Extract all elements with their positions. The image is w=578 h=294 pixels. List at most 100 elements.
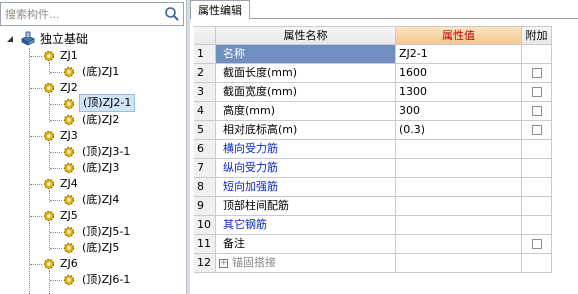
- collapse-triangle-icon[interactable]: [6, 35, 15, 44]
- gear-icon: [63, 66, 75, 78]
- property-row-length[interactable]: 2 截面长度(mm) 1600: [194, 64, 578, 83]
- property-row-remark[interactable]: 11 备注: [194, 235, 578, 254]
- property-value[interactable]: [396, 235, 522, 254]
- property-name: 顶部柱间配筋: [216, 197, 396, 216]
- property-row-top-column-rebar[interactable]: 9 顶部柱间配筋: [194, 197, 578, 216]
- row-number: 9: [194, 197, 216, 216]
- tree-root-label: 独立基础: [40, 32, 89, 46]
- row-number: 10: [194, 216, 216, 235]
- property-name: 相对底标高(m): [216, 121, 396, 140]
- property-name: 名称: [216, 45, 396, 64]
- search-icon[interactable]: [163, 5, 181, 23]
- row-number: 7: [194, 159, 216, 178]
- add-cell: [522, 197, 552, 216]
- row-number: 2: [194, 64, 216, 83]
- property-name: 高度(mm): [216, 102, 396, 121]
- property-name-cell: + 锚固搭接: [216, 254, 396, 273]
- property-row-name[interactable]: 1 名称 ZJ2-1: [194, 45, 578, 64]
- property-value[interactable]: ZJ2-1: [396, 45, 522, 64]
- grid-header: 属性名称 属性值 附加: [194, 26, 578, 45]
- add-cell: [522, 254, 552, 273]
- property-row-longitudinal-rebar[interactable]: 7 纵向受力筋: [194, 159, 578, 178]
- property-row-width[interactable]: 3 截面宽度(mm) 1300: [194, 83, 578, 102]
- tab-baseline: [250, 18, 578, 19]
- gear-icon: [43, 258, 55, 270]
- gear-icon: [63, 98, 75, 110]
- gear-icon: [43, 210, 55, 222]
- tree-node-label-selected: (顶)ZJ2-1: [79, 94, 136, 112]
- property-row-other-rebar[interactable]: 10 其它钢筋: [194, 216, 578, 235]
- property-row-transverse-rebar[interactable]: 6 横向受力筋: [194, 140, 578, 159]
- gear-icon: [63, 274, 75, 286]
- row-number: 5: [194, 121, 216, 140]
- property-value[interactable]: 1300: [396, 83, 522, 102]
- gear-icon: [63, 226, 75, 238]
- add-checkbox[interactable]: [531, 239, 542, 249]
- add-cell: [522, 45, 552, 64]
- property-value[interactable]: [396, 178, 522, 197]
- add-cell: [522, 140, 552, 159]
- tree-node-zj6-1-top[interactable]: (顶)ZJ6-1: [0, 271, 186, 289]
- add-checkbox[interactable]: [531, 106, 542, 116]
- row-number: 4: [194, 102, 216, 121]
- add-cell: [522, 178, 552, 197]
- property-name: 截面宽度(mm): [216, 83, 396, 102]
- property-name: 备注: [216, 235, 396, 254]
- property-value[interactable]: [396, 159, 522, 178]
- row-number: 12: [194, 254, 216, 273]
- header-value[interactable]: 属性值: [396, 26, 522, 45]
- property-row-height[interactable]: 4 高度(mm) 300: [194, 102, 578, 121]
- add-cell: [522, 216, 552, 235]
- row-number: 1: [194, 45, 216, 64]
- gear-icon: [63, 146, 75, 158]
- property-value[interactable]: [396, 254, 522, 273]
- gear-icon: [43, 178, 55, 190]
- property-name: 短向加强筋: [216, 178, 396, 197]
- gear-icon: [43, 82, 55, 94]
- expand-plus-icon[interactable]: +: [219, 258, 228, 268]
- tab-property-edit[interactable]: 属性编辑: [190, 0, 250, 19]
- property-value[interactable]: [396, 216, 522, 235]
- search-box: [0, 2, 184, 26]
- add-cell: [522, 121, 552, 140]
- gear-icon: [43, 50, 55, 62]
- property-value[interactable]: (0.3): [396, 121, 522, 140]
- add-checkbox[interactable]: [531, 87, 542, 97]
- add-checkbox[interactable]: [531, 125, 542, 135]
- add-cell: [522, 64, 552, 83]
- add-checkbox[interactable]: [531, 68, 542, 78]
- header-name[interactable]: 属性名称: [216, 26, 396, 45]
- property-value[interactable]: [396, 140, 522, 159]
- property-name: 锚固搭接: [232, 256, 276, 269]
- add-cell: [522, 102, 552, 121]
- add-cell: [522, 83, 552, 102]
- foundation-icon: [21, 31, 35, 46]
- gear-icon: [63, 114, 75, 126]
- property-row-elevation[interactable]: 5 相对底标高(m) (0.3): [194, 121, 578, 140]
- property-value[interactable]: 1600: [396, 64, 522, 83]
- property-editor-panel: 属性编辑 属性名称 属性值 附加 1 名称 ZJ2-1 2 截面长度(mm) 1…: [190, 0, 578, 294]
- property-name: 纵向受力筋: [216, 159, 396, 178]
- row-number: 11: [194, 235, 216, 254]
- tree-root[interactable]: 独立基础: [4, 30, 184, 48]
- gear-icon: [63, 162, 75, 174]
- header-corner: [194, 26, 216, 45]
- component-tree-panel: 独立基础 ZJ1 (底)ZJ1 ZJ2 (顶)ZJ2-1: [0, 0, 186, 294]
- row-number: 3: [194, 83, 216, 102]
- property-value[interactable]: [396, 197, 522, 216]
- property-value[interactable]: 300: [396, 102, 522, 121]
- add-cell: [522, 159, 552, 178]
- row-number: 8: [194, 178, 216, 197]
- component-tree: 独立基础 ZJ1 (底)ZJ1 ZJ2 (顶)ZJ2-1 (底)ZJ2 ZJ3 …: [0, 28, 186, 294]
- row-number: 6: [194, 140, 216, 159]
- property-row-short-reinforcement[interactable]: 8 短向加强筋: [194, 178, 578, 197]
- header-add[interactable]: 附加: [522, 26, 552, 45]
- gear-icon: [63, 242, 75, 254]
- property-row-anchorage[interactable]: 12 + 锚固搭接: [194, 254, 578, 273]
- property-name: 横向受力筋: [216, 140, 396, 159]
- tree-node-label: (顶)ZJ6-1: [82, 273, 131, 286]
- add-cell: [522, 235, 552, 254]
- gear-icon: [63, 194, 75, 206]
- search-input[interactable]: [1, 3, 165, 25]
- gear-icon: [43, 130, 55, 142]
